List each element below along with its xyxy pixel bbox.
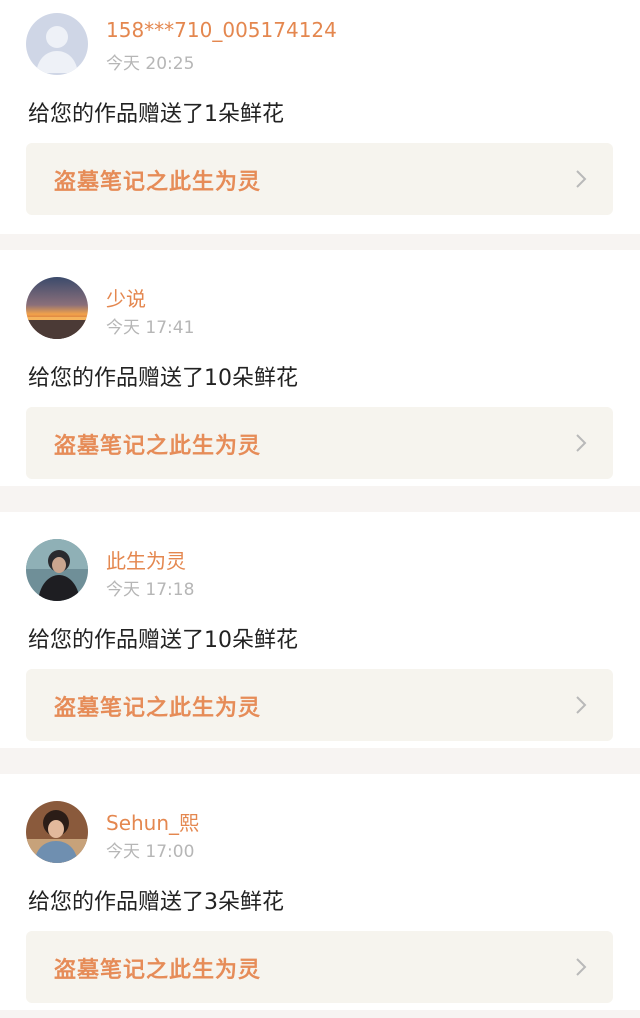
- gift-message: 给您的作品赠送了10朵鲜花: [28, 628, 298, 653]
- avatar[interactable]: [26, 13, 88, 75]
- chevron-right-icon: [576, 958, 587, 976]
- avatar[interactable]: [26, 801, 88, 863]
- username[interactable]: 158***710_005174124: [106, 18, 337, 42]
- timestamp: 今天 17:41: [106, 318, 195, 338]
- timestamp: 今天 17:00: [106, 842, 195, 862]
- person-photo-avatar: [26, 801, 88, 863]
- sunset-landscape-avatar: [26, 277, 88, 339]
- notification-card: 158***710_005174124 今天 20:25 给您的作品赠送了1朵鲜…: [0, 0, 640, 234]
- work-title: 盗墓笔记之此生为灵: [54, 958, 262, 983]
- timestamp: 今天 20:25: [106, 54, 195, 74]
- work-title: 盗墓笔记之此生为灵: [54, 170, 262, 195]
- person-dark-jacket-avatar: [26, 539, 88, 601]
- work-title: 盗墓笔记之此生为灵: [54, 434, 262, 459]
- notification-card: 此生为灵 今天 17:18 给您的作品赠送了10朵鲜花 盗墓笔记之此生为灵: [0, 512, 640, 748]
- gift-message: 给您的作品赠送了1朵鲜花: [28, 102, 284, 127]
- chevron-right-icon: [576, 434, 587, 452]
- avatar[interactable]: [26, 539, 88, 601]
- gift-message: 给您的作品赠送了3朵鲜花: [28, 890, 284, 915]
- username[interactable]: 此生为灵: [106, 545, 186, 574]
- work-title: 盗墓笔记之此生为灵: [54, 696, 262, 721]
- gift-notification-feed: 158***710_005174124 今天 20:25 给您的作品赠送了1朵鲜…: [0, 0, 640, 1010]
- notification-card: Sehun_熙 今天 17:00 给您的作品赠送了3朵鲜花 盗墓笔记之此生为灵: [0, 774, 640, 1010]
- work-link[interactable]: 盗墓笔记之此生为灵: [26, 143, 613, 215]
- gift-message: 给您的作品赠送了10朵鲜花: [28, 366, 298, 391]
- work-link[interactable]: 盗墓笔记之此生为灵: [26, 931, 613, 1003]
- notification-card: 少说 今天 17:41 给您的作品赠送了10朵鲜花 盗墓笔记之此生为灵: [0, 250, 640, 486]
- timestamp: 今天 17:18: [106, 580, 195, 600]
- work-link[interactable]: 盗墓笔记之此生为灵: [26, 407, 613, 479]
- work-link[interactable]: 盗墓笔记之此生为灵: [26, 669, 613, 741]
- username[interactable]: Sehun_熙: [106, 807, 199, 836]
- avatar[interactable]: [26, 277, 88, 339]
- chevron-right-icon: [576, 696, 587, 714]
- chevron-right-icon: [576, 170, 587, 188]
- default-user-avatar-icon: [26, 13, 88, 75]
- username[interactable]: 少说: [106, 283, 146, 312]
